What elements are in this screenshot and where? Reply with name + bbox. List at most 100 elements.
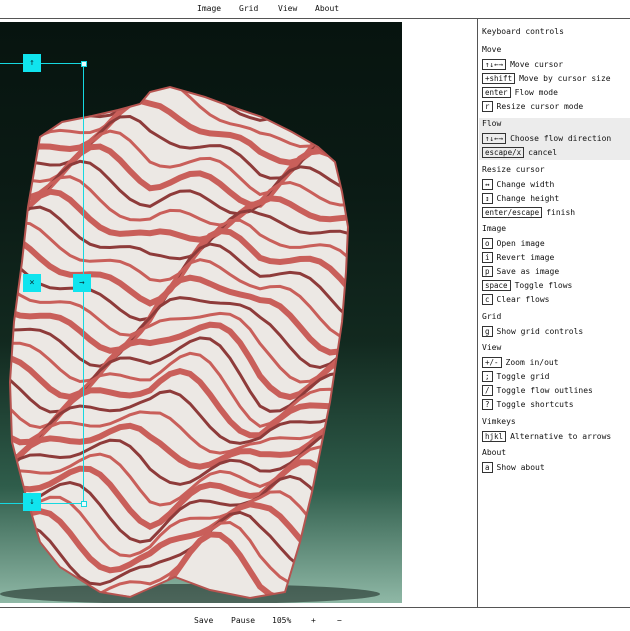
shortcut-desc: Resize cursor mode: [496, 101, 584, 111]
shortcut-row: space Toggle flows: [482, 279, 572, 291]
key-cap: +shift: [482, 72, 516, 84]
shortcut-row: enter Flow mode: [482, 86, 558, 98]
shortcut-row: / Toggle flow outlines: [482, 384, 593, 396]
key-cap: c: [482, 293, 493, 305]
shortcut-row: ↑↓←→ Choose flow direction: [482, 132, 611, 144]
shortcut-row: o Open image: [482, 237, 545, 249]
key-cap: +/-: [482, 356, 502, 368]
shortcut-desc: Zoom in/out: [505, 357, 559, 367]
key-cap: enter/escape: [482, 206, 543, 218]
arrow-down-icon: ↓: [29, 497, 35, 507]
shortcut-desc: Toggle shortcuts: [496, 399, 574, 409]
keyboard-shortcuts-panel: Keyboard controls Move ↑↓←→ Move cursor +…: [479, 20, 630, 606]
shortcut-desc: Change height: [496, 193, 560, 203]
arrow-up-icon: ↑: [29, 58, 35, 68]
key-cap: ↑↓←→: [482, 58, 507, 70]
key-cap: o: [482, 237, 493, 249]
flow-right-button[interactable]: →: [73, 274, 91, 292]
shortcut-row: ↕ Change height: [482, 192, 559, 204]
image-canvas[interactable]: ↑ × → ↓: [0, 22, 402, 603]
section-heading-resize: Resize cursor: [482, 165, 545, 174]
section-heading-grid: Grid: [482, 312, 502, 321]
shortcut-row: ↔ Change width: [482, 178, 554, 190]
shortcut-desc: Open image: [496, 238, 545, 248]
banded-rock-image: [0, 85, 380, 603]
shortcut-desc: Show grid controls: [496, 326, 584, 336]
key-cap: i: [482, 251, 493, 263]
shortcut-row: g Show grid controls: [482, 325, 583, 337]
section-heading-move: Move: [482, 45, 502, 54]
panel-title: Keyboard controls: [482, 27, 564, 36]
shortcut-row: i Revert image: [482, 251, 554, 263]
zoom-in-button[interactable]: +: [311, 616, 316, 625]
shortcut-row: c Clear flows: [482, 293, 550, 305]
section-heading-flow: Flow: [482, 119, 502, 128]
shortcut-desc: Revert image: [496, 252, 555, 262]
rock-shadow: [0, 584, 380, 603]
shortcut-row: hjkl Alternative to arrows: [482, 430, 611, 442]
shortcut-desc: Toggle flows: [514, 280, 573, 290]
key-cap: ↑↓←→: [482, 132, 507, 144]
shortcut-desc: Change width: [496, 179, 555, 189]
section-heading-image: Image: [482, 224, 507, 233]
pause-button[interactable]: Pause: [231, 616, 255, 625]
menu-view[interactable]: View: [278, 4, 297, 13]
shortcut-row: escape/x cancel: [482, 146, 557, 158]
cancel-flow-button[interactable]: ×: [23, 274, 41, 292]
shortcut-desc: Toggle flow outlines: [496, 385, 593, 395]
menu-about[interactable]: About: [315, 4, 339, 13]
shortcut-desc: Flow mode: [514, 87, 558, 97]
key-cap: /: [482, 384, 493, 396]
section-heading-vimkeys: Vimkeys: [482, 417, 516, 426]
shortcut-desc: Alternative to arrows: [510, 431, 612, 441]
shortcut-row: ; Toggle grid: [482, 370, 550, 382]
cursor-top-edge: [0, 63, 84, 64]
key-cap: g: [482, 325, 493, 337]
shortcut-desc: finish: [546, 207, 576, 217]
cursor-bottom-edge: [0, 503, 84, 504]
key-cap: ;: [482, 370, 493, 382]
key-cap: escape/x: [482, 146, 525, 158]
zoom-level: 105%: [272, 616, 292, 625]
flow-down-button[interactable]: ↓: [23, 493, 41, 511]
shortcut-desc: Show about: [496, 462, 545, 472]
panel-divider: [477, 18, 478, 607]
bottom-toolbar: Save Pause 105% + −: [0, 607, 630, 631]
cursor-corner-handle[interactable]: [81, 61, 87, 67]
section-heading-about: About: [482, 448, 507, 457]
shortcut-row: +/- Zoom in/out: [482, 356, 559, 368]
cursor-corner-handle[interactable]: [81, 501, 87, 507]
flow-up-button[interactable]: ↑: [23, 54, 41, 72]
save-button[interactable]: Save: [194, 616, 213, 625]
shortcut-row: a Show about: [482, 461, 545, 473]
key-cap: r: [482, 100, 493, 112]
shortcut-desc: Clear flows: [496, 294, 550, 304]
shortcut-row: ? Toggle shortcuts: [482, 398, 574, 410]
shortcut-row: r Resize cursor mode: [482, 100, 583, 112]
key-cap: ↕: [482, 192, 493, 204]
shortcut-row: p Save as image: [482, 265, 559, 277]
shortcut-desc: Move cursor: [510, 59, 564, 69]
key-cap: a: [482, 461, 493, 473]
key-cap: ↔: [482, 178, 493, 190]
close-icon: ×: [29, 278, 35, 288]
key-cap: p: [482, 265, 493, 277]
key-cap: ?: [482, 398, 493, 410]
shortcut-desc: Move by cursor size: [519, 73, 611, 83]
key-cap: hjkl: [482, 430, 507, 442]
top-menu-bar: Image Grid View About: [0, 0, 630, 19]
shortcut-desc: Save as image: [496, 266, 560, 276]
arrow-right-icon: →: [79, 278, 85, 288]
zoom-out-button[interactable]: −: [337, 616, 342, 625]
shortcut-row: enter/escape finish: [482, 206, 575, 218]
shortcut-desc: cancel: [528, 147, 558, 157]
shortcut-desc: Choose flow direction: [510, 133, 612, 143]
menu-image[interactable]: Image: [197, 4, 221, 13]
key-cap: enter: [482, 86, 511, 98]
section-heading-view: View: [482, 343, 502, 352]
rock-bands: [10, 87, 348, 598]
shortcut-row: ↑↓←→ Move cursor: [482, 58, 563, 70]
key-cap: space: [482, 279, 511, 291]
menu-grid[interactable]: Grid: [239, 4, 258, 13]
shortcut-desc: Toggle grid: [496, 371, 550, 381]
